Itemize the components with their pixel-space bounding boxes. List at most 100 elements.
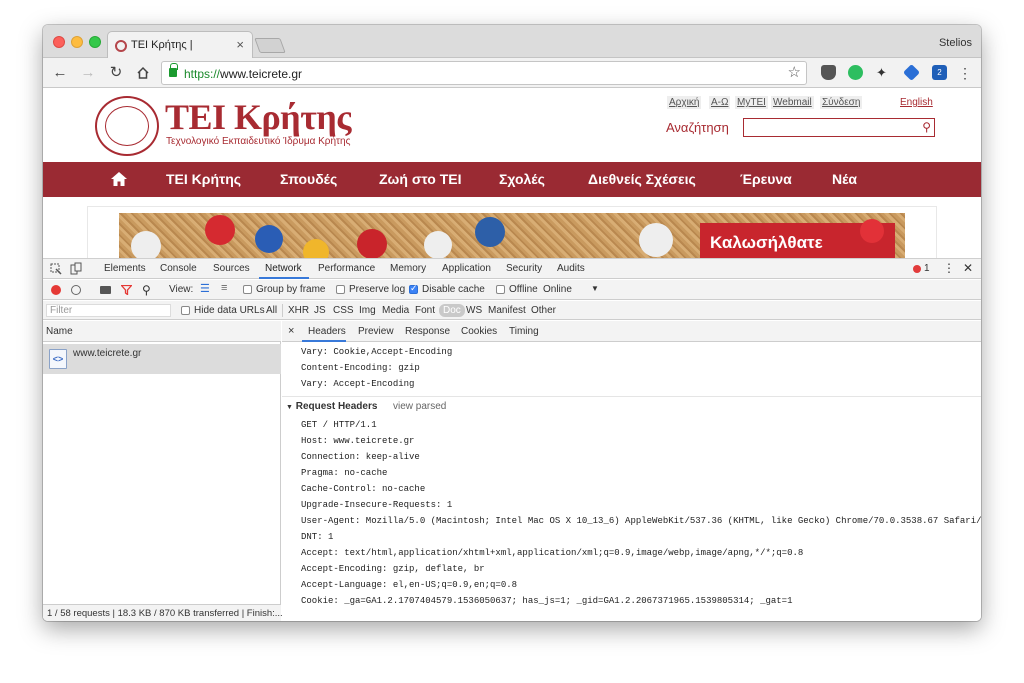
view-parsed-link[interactable]: view parsed <box>393 401 446 412</box>
profile-name[interactable]: Stelios <box>939 37 972 49</box>
cap-extension-icon[interactable] <box>903 64 920 81</box>
url-text[interactable]: https://www.teicrete.gr <box>184 67 302 81</box>
tab-console[interactable]: Console <box>160 263 197 274</box>
group-by-frame-checkbox[interactable] <box>243 285 252 294</box>
devtools-panel: Elements Console Sources Network Perform… <box>43 258 981 621</box>
name-column-header[interactable]: Name <box>43 321 281 342</box>
nav-item-international[interactable]: Διεθνείς Σχέσεις <box>588 171 696 187</box>
filter-type-img[interactable]: Img <box>359 305 376 316</box>
tab-memory[interactable]: Memory <box>390 263 426 274</box>
filter-type-xhr[interactable]: XHR <box>288 305 309 316</box>
request-row[interactable]: <> www.teicrete.gr <box>43 344 281 374</box>
filter-type-js[interactable]: JS <box>314 305 326 316</box>
filter-type-media[interactable]: Media <box>382 305 409 316</box>
error-icon[interactable] <box>913 265 921 273</box>
english-link[interactable]: English <box>900 97 933 108</box>
search-icon[interactable]: ⚲ <box>922 120 931 134</box>
nav-item-tei[interactable]: ΤΕΙ Κρήτης <box>166 171 241 187</box>
disable-cache-checkbox[interactable] <box>409 283 418 294</box>
filter-input[interactable]: Filter <box>46 304 171 317</box>
logo-name[interactable]: ΤΕΙ Κρήτης <box>165 96 351 138</box>
badge-extension-icon[interactable]: 2 <box>932 65 947 80</box>
nav-item-studies[interactable]: Σπουδές <box>280 171 337 187</box>
nav-item-life[interactable]: Ζωή στο ΤΕΙ <box>379 171 461 187</box>
filter-type-css[interactable]: CSS <box>333 305 354 316</box>
bookmark-star-icon[interactable]: ☆ <box>788 63 801 81</box>
request-header-line: Upgrade-Insecure-Requests: 1 <box>301 500 453 510</box>
screenshot-camera-icon[interactable] <box>100 286 111 294</box>
search-icon[interactable]: ⚲ <box>142 283 151 297</box>
request-headers-toggle[interactable]: ▼ Request Headers <box>286 401 377 412</box>
tab-elements[interactable]: Elements <box>104 263 146 274</box>
detail-tab-timing[interactable]: Timing <box>509 326 539 337</box>
menu-dots-icon[interactable]: ⋮ <box>954 62 976 84</box>
maximize-window-button[interactable] <box>89 36 101 48</box>
record-icon[interactable] <box>51 285 61 295</box>
top-link-webmail[interactable]: Webmail <box>771 96 814 109</box>
back-arrow-icon[interactable]: ← <box>49 62 71 84</box>
tab-network[interactable]: Network <box>265 263 302 274</box>
detail-tab-preview[interactable]: Preview <box>358 326 394 337</box>
filter-type-manifest[interactable]: Manifest <box>488 305 526 316</box>
detail-close-icon[interactable]: × <box>288 325 294 337</box>
clear-icon[interactable] <box>71 285 81 295</box>
tab-security[interactable]: Security <box>506 263 542 274</box>
top-link-home[interactable]: Αρχική <box>667 96 702 109</box>
minimize-window-button[interactable] <box>71 36 83 48</box>
detail-tab-response[interactable]: Response <box>405 326 450 337</box>
device-toolbar-icon[interactable] <box>70 262 82 275</box>
devtools-menu-icon[interactable]: ⋮ <box>943 261 955 275</box>
title-bar: ΤΕΙ Κρήτης | × Stelios <box>43 25 981 59</box>
evernote-extension-icon[interactable] <box>848 65 863 80</box>
tab-performance[interactable]: Performance <box>318 263 375 274</box>
nav-item-research[interactable]: Έρευνα <box>740 171 792 187</box>
filter-type-all[interactable]: All <box>266 305 277 316</box>
browser-tab[interactable]: ΤΕΙ Κρήτης | × <box>107 31 253 59</box>
forward-arrow-icon[interactable]: → <box>77 62 99 84</box>
request-list: Name <> www.teicrete.gr 1 / 58 requests … <box>43 321 283 621</box>
nav-item-news[interactable]: Νέα <box>832 171 857 187</box>
tab-title: ΤΕΙ Κρήτης | <box>131 39 193 51</box>
nav-home-icon[interactable] <box>110 171 128 187</box>
top-link-a-z[interactable]: Α-Ω <box>709 96 731 109</box>
welcome-banner[interactable]: Καλωσήλθατε <box>119 213 905 258</box>
error-count[interactable]: 1 <box>924 263 930 274</box>
tab-application[interactable]: Application <box>442 263 491 274</box>
tab-close-icon[interactable]: × <box>236 37 244 52</box>
close-window-button[interactable] <box>53 36 65 48</box>
filter-type-doc[interactable]: Doc <box>439 304 465 317</box>
view-label: View: <box>169 284 194 295</box>
chevron-down-icon[interactable]: ▼ <box>591 284 599 293</box>
filter-type-ws[interactable]: WS <box>466 305 482 316</box>
tab-sources[interactable]: Sources <box>213 263 250 274</box>
response-header-line: Content-Encoding: gzip <box>301 363 420 373</box>
offline-label: Offline <box>509 284 538 295</box>
preserve-log-label: Preserve log <box>349 284 406 295</box>
address-bar[interactable]: https://www.teicrete.gr ☆ <box>161 61 807 85</box>
overview-icon[interactable]: ≡ <box>221 282 227 294</box>
filter-funnel-icon[interactable] <box>121 285 132 295</box>
filter-type-other[interactable]: Other <box>531 305 556 316</box>
tab-audits[interactable]: Audits <box>557 263 585 274</box>
detail-tab-cookies[interactable]: Cookies <box>461 326 497 337</box>
hide-data-urls-checkbox[interactable] <box>181 306 190 315</box>
top-link-mytei[interactable]: MyTEI <box>735 96 768 109</box>
devtools-close-icon[interactable]: ✕ <box>963 261 973 275</box>
inspect-element-icon[interactable] <box>50 263 62 275</box>
pin-extension-icon[interactable]: ✦ <box>876 65 891 80</box>
home-icon[interactable] <box>132 62 154 84</box>
nav-item-schools[interactable]: Σχολές <box>499 171 545 187</box>
pocket-extension-icon[interactable] <box>821 65 836 80</box>
offline-checkbox[interactable] <box>496 285 505 294</box>
preserve-log-checkbox[interactable] <box>336 285 345 294</box>
large-rows-icon[interactable]: ☰ <box>200 282 210 295</box>
top-link-login[interactable]: Σύνδεση <box>820 96 863 109</box>
search-label: Αναζήτηση <box>666 120 729 135</box>
reload-icon[interactable]: ↻ <box>105 62 127 84</box>
site-search-input[interactable]: ⚲ <box>743 118 935 137</box>
filter-type-font[interactable]: Font <box>415 305 435 316</box>
detail-tab-headers[interactable]: Headers <box>308 326 346 337</box>
new-tab-button[interactable] <box>254 38 286 53</box>
banner-frame: Καλωσήλθατε <box>87 206 937 258</box>
throttle-select[interactable]: Online <box>543 284 572 295</box>
